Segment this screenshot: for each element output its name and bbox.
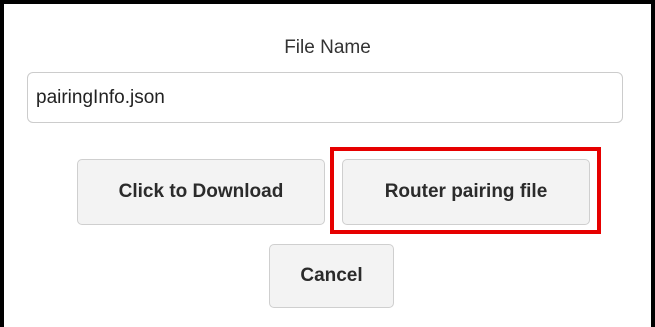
click-to-download-button[interactable]: Click to Download bbox=[77, 159, 325, 225]
cancel-button[interactable]: Cancel bbox=[269, 244, 394, 308]
router-pairing-file-button[interactable]: Router pairing file bbox=[342, 159, 590, 225]
download-dialog: File Name Click to Download Router pairi… bbox=[0, 0, 655, 327]
file-name-input[interactable] bbox=[27, 72, 623, 123]
file-name-label: File Name bbox=[284, 37, 371, 58]
